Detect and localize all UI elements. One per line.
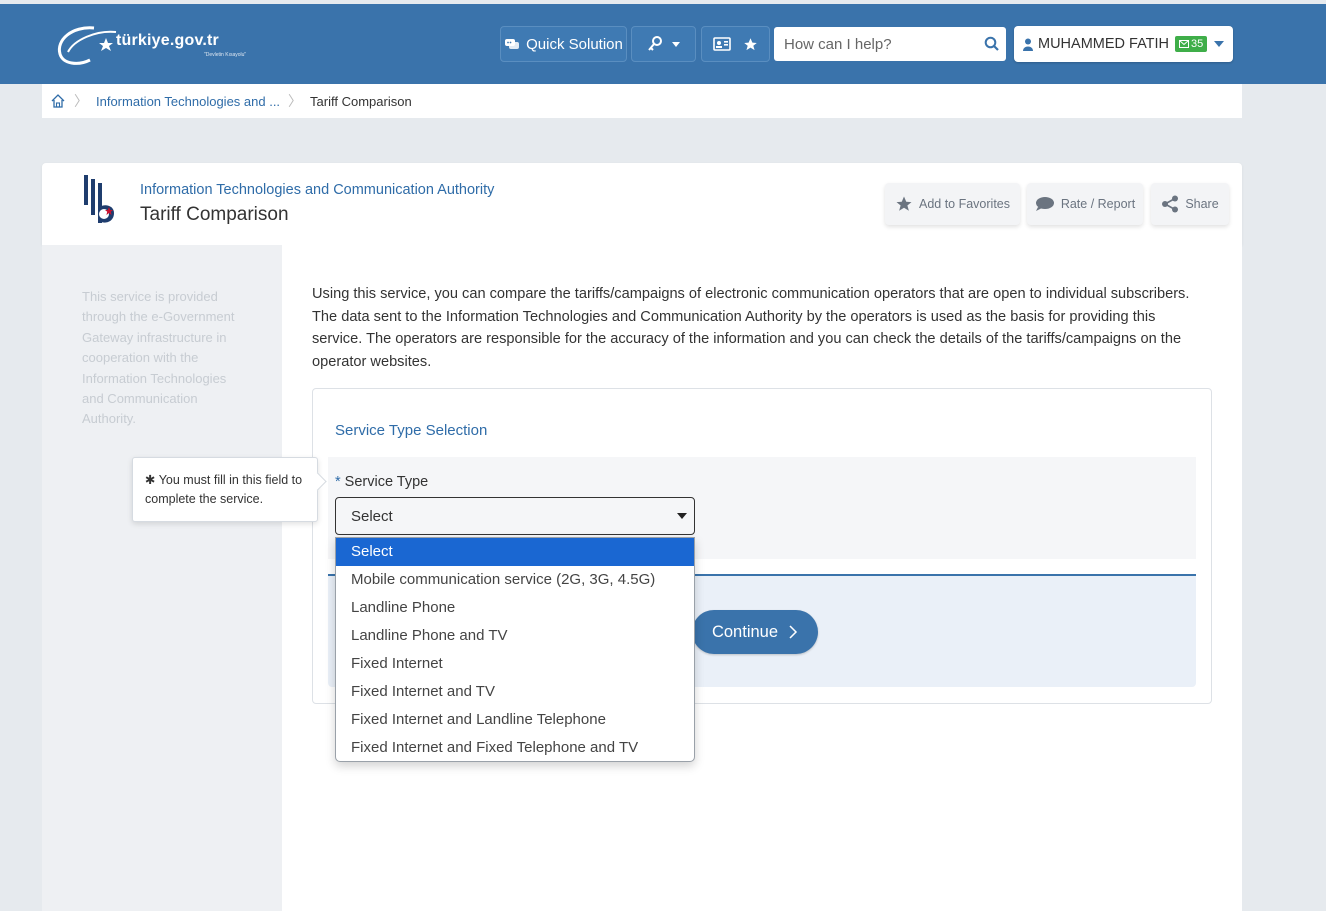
breadcrumb-item-current: Tariff Comparison (310, 93, 412, 109)
breadcrumb-item-institution[interactable]: Information Technologies and ... (96, 94, 280, 109)
crescent-star-logo-icon (57, 26, 117, 65)
breadcrumb: 〉 Information Technologies and ... 〉 Tar… (42, 84, 1242, 118)
turkiye-gov-logo[interactable]: türkiye.gov.tr "Devletin Kısayolu" (54, 22, 264, 66)
speech-bubble-icon (1035, 197, 1054, 211)
quick-solution-label: Quick Solution (526, 35, 623, 53)
e-signature-menu-button[interactable] (631, 26, 696, 62)
required-field-tooltip: ✱ You must fill in this field to complet… (132, 457, 318, 522)
option-landline-phone-tv[interactable]: Landline Phone and TV (336, 622, 694, 650)
star-icon (896, 196, 912, 211)
logo-text: türkiye.gov.tr (116, 32, 219, 49)
continue-label: Continue (711, 622, 779, 641)
required-mark: * (335, 474, 341, 490)
btk-institution-logo (84, 175, 114, 223)
sidebar: This service is provided through the e-G… (42, 245, 282, 911)
caret-down-icon (677, 513, 687, 519)
user-name: MUHAMMED FATIH (1038, 36, 1170, 52)
option-fixed-internet-tv[interactable]: Fixed Internet and TV (336, 678, 694, 706)
star-icon (744, 37, 757, 50)
page-title: Tariff Comparison (140, 204, 289, 225)
envelope-icon (1179, 40, 1190, 48)
option-mobile-communication[interactable]: Mobile communication service (2G, 3G, 4.… (336, 566, 694, 594)
rate-report-button[interactable]: Rate / Report (1027, 183, 1143, 225)
id-card-icon (713, 37, 731, 51)
message-count: 35 (1191, 38, 1204, 50)
chat-bubbles-icon (505, 39, 520, 49)
add-to-favorites-label: Add to Favorites (918, 197, 1010, 211)
service-description: Using this service, you can compare the … (312, 286, 1190, 371)
service-type-label-text: Service Type (344, 474, 429, 490)
search-icon[interactable] (984, 36, 1000, 52)
share-button[interactable]: Share (1151, 183, 1229, 225)
chevron-down-icon (1214, 41, 1224, 47)
option-landline-phone[interactable]: Landline Phone (336, 594, 694, 622)
rate-report-label: Rate / Report (1060, 197, 1136, 211)
key-icon (647, 36, 662, 51)
chevron-down-icon (671, 41, 680, 47)
logo-tagline: "Devletin Kısayolu" (204, 52, 247, 58)
service-provider-note: This service is provided through the e-G… (82, 289, 235, 427)
service-type-select[interactable]: Select (335, 497, 695, 535)
service-header: Information Technologies and Communicati… (42, 163, 1242, 245)
share-label: Share (1185, 197, 1219, 211)
chevron-right-icon (789, 625, 798, 639)
home-icon[interactable] (50, 93, 66, 109)
id-card-favorites-button[interactable] (701, 26, 770, 62)
institution-name[interactable]: Information Technologies and Communicati… (140, 182, 494, 198)
search-box[interactable] (774, 27, 1006, 61)
option-fixed-internet[interactable]: Fixed Internet (336, 650, 694, 678)
service-type-label: * Service Type (335, 474, 428, 490)
option-fixed-internet-landline[interactable]: Fixed Internet and Landline Telephone (336, 706, 694, 734)
service-type-options-list[interactable]: Select Mobile communication service (2G,… (335, 537, 695, 762)
top-header: türkiye.gov.tr "Devletin Kısayolu" Quick… (0, 4, 1326, 84)
user-menu-button[interactable]: MUHAMMED FATIH 35 (1014, 26, 1233, 62)
select-value: Select (351, 507, 393, 525)
breadcrumb-separator: 〉 (288, 93, 303, 109)
add-to-favorites-button[interactable]: Add to Favorites (885, 183, 1020, 225)
search-input[interactable] (784, 35, 984, 53)
user-icon (1023, 38, 1033, 51)
message-badge[interactable]: 35 (1175, 36, 1208, 52)
continue-button[interactable]: Continue (692, 610, 818, 654)
breadcrumb-separator: 〉 (74, 93, 88, 109)
option-fixed-internet-phone-tv[interactable]: Fixed Internet and Fixed Telephone and T… (336, 734, 694, 761)
share-icon (1162, 195, 1179, 213)
section-title: Service Type Selection (335, 422, 488, 439)
option-select[interactable]: Select (336, 538, 694, 566)
quick-solution-button[interactable]: Quick Solution (500, 26, 627, 62)
